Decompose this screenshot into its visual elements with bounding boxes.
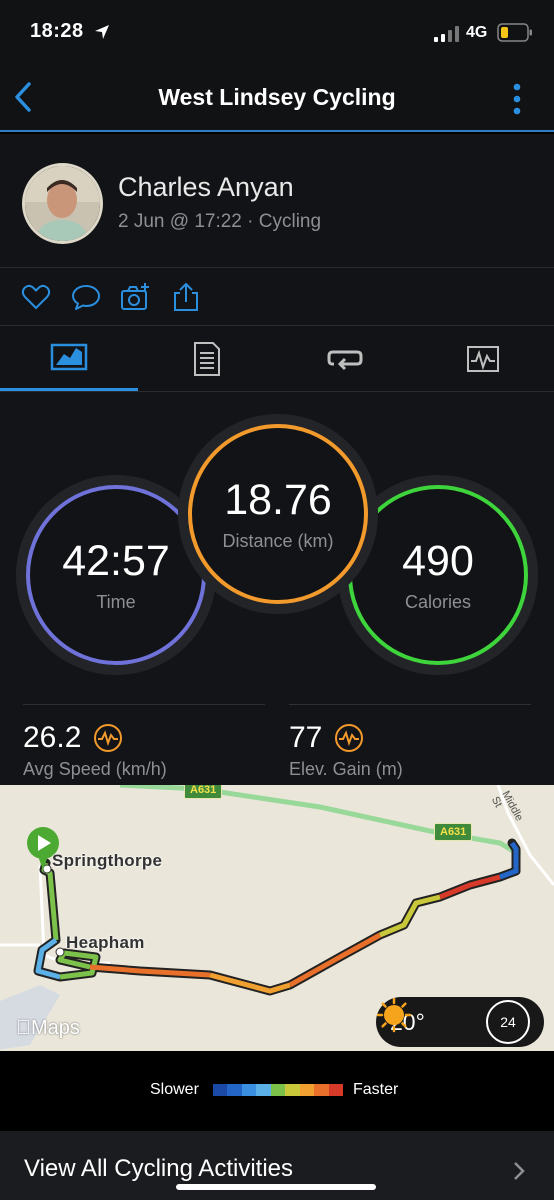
details-icon bbox=[194, 341, 220, 376]
avatar-photo bbox=[25, 166, 100, 241]
heart-icon[interactable] bbox=[21, 282, 51, 312]
speed-chart-icon[interactable] bbox=[93, 723, 123, 753]
elevation-chart-icon[interactable] bbox=[334, 723, 364, 753]
status-time: 18:28 bbox=[30, 20, 84, 42]
view-all-label: View All Cycling Activities bbox=[24, 1155, 293, 1182]
time-stat-ring: 42:57 Time bbox=[26, 485, 206, 665]
page-title: West Lindsey Cycling bbox=[158, 84, 396, 110]
tab-laps[interactable] bbox=[276, 326, 414, 391]
wind-dial: 24 bbox=[486, 1000, 530, 1044]
chevron-right-icon bbox=[514, 1162, 525, 1180]
speed-legend: Slower Faster bbox=[0, 1051, 554, 1131]
maps-attribution: Maps bbox=[16, 1017, 80, 1040]
status-bar: 18:28 4G bbox=[0, 0, 554, 68]
time-value: 42:57 bbox=[62, 537, 170, 585]
legend-segment bbox=[241, 1084, 257, 1096]
map-label-place-2: Heapham bbox=[66, 933, 145, 952]
legend-color-bar bbox=[213, 1084, 343, 1096]
apple-logo-icon:  bbox=[16, 1017, 31, 1039]
share-icon[interactable] bbox=[171, 282, 201, 312]
legend-faster-label: Faster bbox=[353, 1081, 399, 1098]
battery-icon bbox=[497, 23, 532, 42]
avg-speed-value: 26.2 bbox=[23, 721, 82, 754]
elev-gain-label: Elev. Gain (m) bbox=[289, 759, 403, 779]
activity-meta: 2 Jun @ 17:22 · Cycling bbox=[118, 211, 322, 232]
legend-slower-label: Slower bbox=[150, 1081, 199, 1098]
overview-icon bbox=[50, 343, 88, 371]
legend-segment bbox=[256, 1084, 271, 1096]
home-indicator[interactable] bbox=[176, 1184, 376, 1190]
wind-value: 24 bbox=[500, 1014, 516, 1030]
legend-segment bbox=[299, 1084, 315, 1096]
avg-speed-label: Avg Speed (km/h) bbox=[23, 759, 167, 779]
map-label-place-1: Springthorpe bbox=[52, 851, 163, 870]
weather-badge[interactable]: 20° 24 bbox=[376, 997, 544, 1047]
nav-bar: West Lindsey Cycling bbox=[0, 68, 554, 132]
activity-header: Charles Anyan 2 Jun @ 17:22 · Cycling bbox=[0, 134, 554, 268]
action-bar bbox=[0, 268, 554, 326]
maps-attribution-text: Maps bbox=[16, 1017, 80, 1039]
tab-details[interactable] bbox=[138, 326, 276, 391]
distance-stat-ring: 18.76 Distance (km) bbox=[188, 424, 368, 604]
sun-icon bbox=[376, 997, 412, 1033]
road-badge-2: A631 bbox=[434, 823, 473, 841]
route-map[interactable]: Springthorpe Heapham A631 A631 Middle St… bbox=[0, 785, 554, 1051]
charts-icon bbox=[467, 345, 499, 372]
time-label: Time bbox=[96, 592, 136, 612]
legend-segment bbox=[328, 1084, 343, 1096]
distance-label: Distance (km) bbox=[222, 531, 334, 551]
stats-panel: 42:57 Time 490 Calories 18.76 Distance (… bbox=[0, 392, 554, 785]
legend-segment bbox=[314, 1084, 329, 1096]
activity-tabs bbox=[0, 326, 554, 392]
legend-segment bbox=[227, 1084, 242, 1096]
calories-label: Calories bbox=[404, 592, 472, 612]
location-arrow-icon bbox=[95, 25, 109, 39]
add-photo-icon[interactable] bbox=[120, 282, 150, 312]
elev-gain-value: 77 bbox=[289, 721, 323, 754]
distance-value: 18.76 bbox=[224, 476, 332, 524]
legend-segment bbox=[213, 1084, 228, 1096]
comment-icon[interactable] bbox=[71, 282, 101, 312]
tab-overview[interactable] bbox=[0, 326, 138, 391]
network-type: 4G bbox=[466, 24, 488, 41]
road-badge-1: A631 bbox=[184, 785, 223, 799]
calories-stat-ring: 490 Calories bbox=[348, 485, 528, 665]
avg-speed-metric: 26.2 Avg Speed (km/h) bbox=[23, 704, 265, 780]
elev-gain-metric: 77 Elev. Gain (m) bbox=[289, 704, 531, 780]
more-options-icon[interactable] bbox=[510, 82, 524, 116]
calories-value: 490 bbox=[402, 537, 474, 585]
signal-icon bbox=[434, 26, 459, 42]
user-name[interactable]: Charles Anyan bbox=[118, 172, 294, 203]
legend-segment bbox=[270, 1084, 286, 1096]
laps-icon bbox=[327, 350, 363, 370]
avatar[interactable] bbox=[22, 163, 103, 244]
legend-segment bbox=[285, 1084, 300, 1096]
tab-charts[interactable] bbox=[414, 326, 552, 391]
